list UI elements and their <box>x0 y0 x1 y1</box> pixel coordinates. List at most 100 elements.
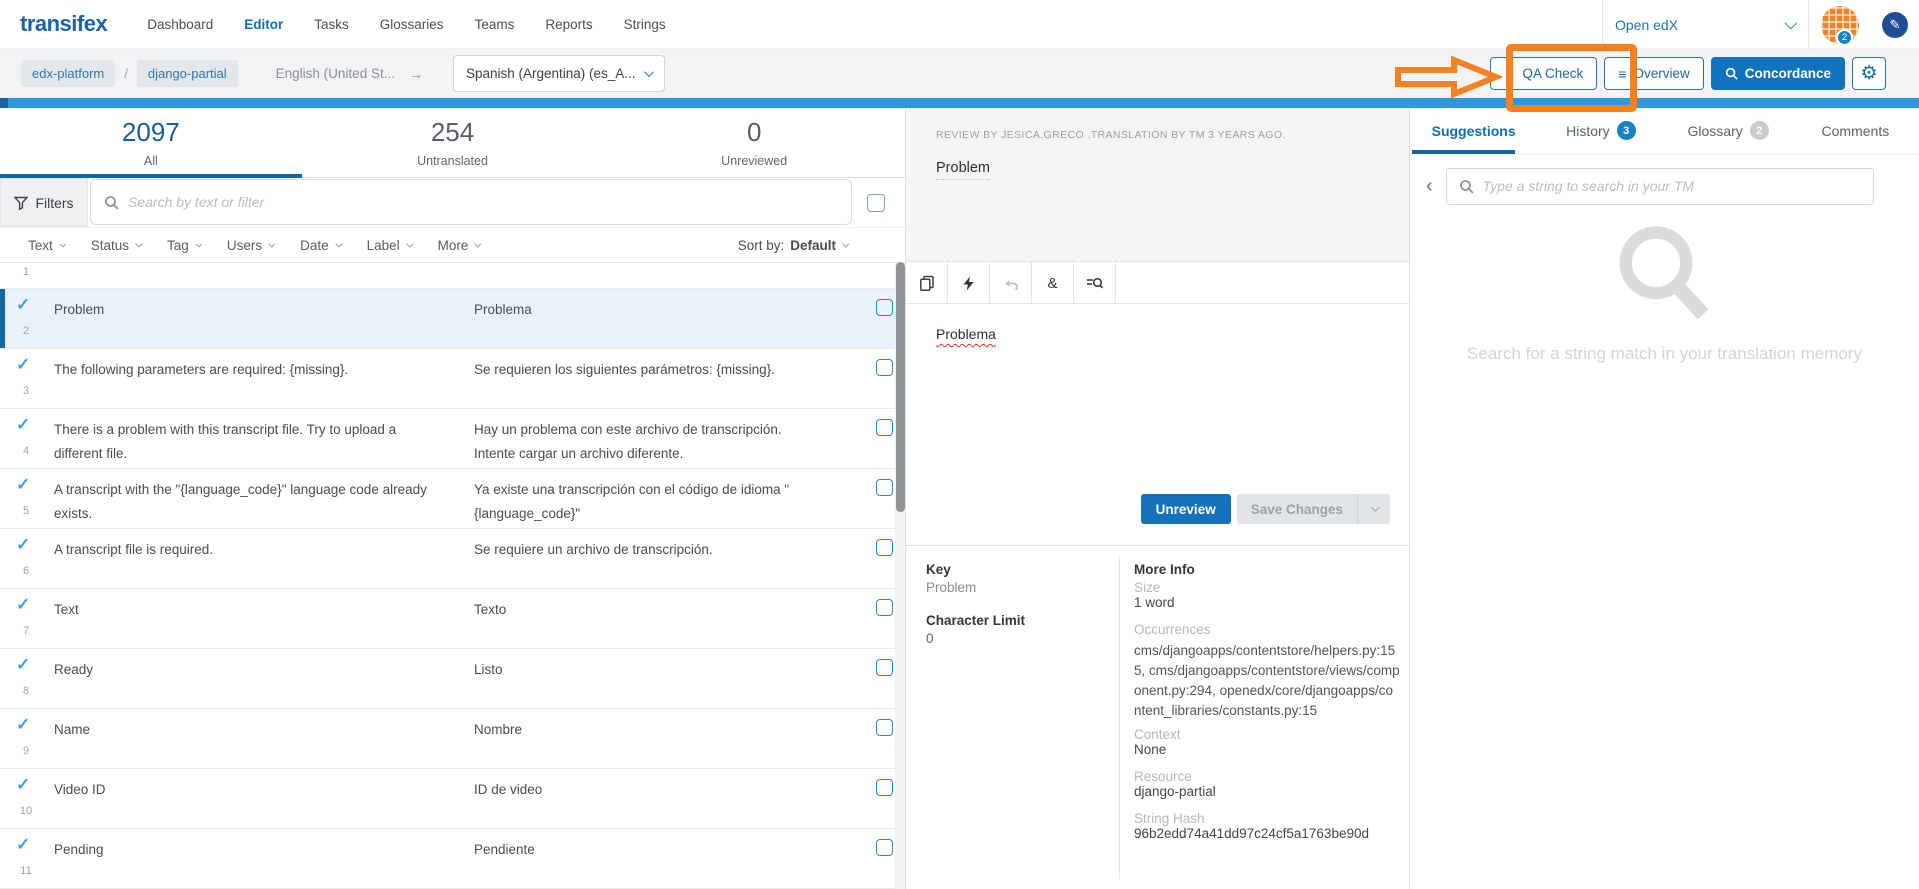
row-checkbox[interactable] <box>876 479 893 496</box>
reviewed-check-icon: ✓ <box>16 415 30 435</box>
string-filter-tabs: 2097All254Untranslated0Unreviewed <box>0 108 905 178</box>
nav-item-reports[interactable]: Reports <box>545 17 592 32</box>
string-number: 3 <box>14 385 38 397</box>
string-row[interactable]: ✓11PendingPendiente <box>0 829 905 889</box>
nav-item-glossaries[interactable]: Glossaries <box>380 17 444 32</box>
more-info-column: More Info Size 1 word Occurrences cms/dj… <box>1134 562 1400 853</box>
string-row[interactable]: ✓2ProblemProblema <box>0 289 905 349</box>
string-row[interactable]: ✓3The following parameters are required:… <box>0 349 905 409</box>
row-checkbox[interactable] <box>876 779 893 796</box>
chevron-down-icon <box>195 240 202 247</box>
tm-search-button[interactable] <box>1074 262 1116 304</box>
string-row[interactable]: ✓8ReadyListo <box>0 649 905 709</box>
overview-button[interactable]: ≡ Overview <box>1604 57 1703 90</box>
stat-count: 254 <box>431 117 474 148</box>
collapse-panel-icon[interactable]: ‹ <box>1426 176 1433 196</box>
pen-cell: ✎ <box>1871 12 1919 38</box>
translation-string[interactable]: Problema <box>936 326 996 342</box>
machine-translate-button[interactable] <box>948 262 990 304</box>
nav-item-strings[interactable]: Strings <box>624 17 666 32</box>
string-row[interactable]: 1 <box>0 263 905 289</box>
unreview-button[interactable]: Unreview <box>1141 494 1231 524</box>
tab-history[interactable]: History3 <box>1537 108 1664 153</box>
tm-search-row: ‹ <box>1410 162 1919 210</box>
translation-progress-bar <box>0 98 1919 108</box>
special-characters-button[interactable]: & <box>1032 262 1074 304</box>
breadcrumb-project[interactable]: edx-platform <box>21 60 115 87</box>
settings-button[interactable]: ⚙ <box>1852 57 1886 90</box>
transifex-logo[interactable]: transifex <box>20 11 107 37</box>
scrollbar-thumb[interactable] <box>896 262 905 512</box>
target-text: Pendiente <box>474 838 814 862</box>
editor-toolbar-icons: & <box>906 262 1409 304</box>
save-changes-button[interactable]: Save Changes <box>1237 494 1390 524</box>
tab-glossary[interactable]: Glossary2 <box>1665 108 1792 153</box>
row-checkbox[interactable] <box>876 359 893 376</box>
stat-tab-untranslated[interactable]: 254Untranslated <box>302 108 604 177</box>
filter-dropdown-text[interactable]: Text <box>28 238 64 253</box>
nav-item-dashboard[interactable]: Dashboard <box>147 17 213 32</box>
string-number: 2 <box>14 325 38 337</box>
row-checkbox[interactable] <box>876 839 893 856</box>
nav-item-teams[interactable]: Teams <box>475 17 515 32</box>
source-text: Ready <box>54 658 446 682</box>
reviewed-check-icon: ✓ <box>16 775 30 795</box>
translation-area[interactable]: Problema <box>906 304 1409 494</box>
target-language-select[interactable]: Spanish (Argentina) (es_A... <box>453 55 665 92</box>
filter-dropdown-label[interactable]: Label <box>367 238 411 253</box>
concordance-button[interactable]: Concordance <box>1711 57 1845 90</box>
check-icon: ✓ <box>1504 65 1516 82</box>
chevron-down-icon <box>335 240 342 247</box>
org-label: Open edX <box>1615 17 1678 33</box>
breadcrumb-resource[interactable]: django-partial <box>137 60 238 87</box>
chevron-down-icon <box>475 240 482 247</box>
string-row[interactable]: ✓7TextTexto <box>0 589 905 649</box>
string-row[interactable]: ✓4There is a problem with this transcrip… <box>0 409 905 469</box>
save-options-dropdown[interactable] <box>1357 494 1390 524</box>
sort-dropdown[interactable]: Sort by: Default <box>738 238 905 253</box>
nav-item-tasks[interactable]: Tasks <box>314 17 349 32</box>
chevron-down-icon <box>644 67 654 77</box>
resource-label: Resource <box>1134 769 1400 784</box>
string-search-input[interactable] <box>128 194 838 210</box>
filters-button[interactable]: Filters <box>0 178 88 227</box>
row-checkbox[interactable] <box>876 719 893 736</box>
filter-dropdown-status[interactable]: Status <box>91 238 140 253</box>
list-scrollbar[interactable] <box>895 262 905 889</box>
row-checkbox[interactable] <box>876 419 893 436</box>
key-column: Key Problem Character Limit 0 <box>926 562 1111 658</box>
tm-search-input[interactable] <box>1483 178 1861 194</box>
filter-dropdown-tag[interactable]: Tag <box>167 238 200 253</box>
stat-tab-unreviewed[interactable]: 0Unreviewed <box>603 108 905 177</box>
top-nav-right: Open edX 2 ✎ <box>1602 0 1919 49</box>
filter-dropdown-more[interactable]: More <box>438 238 480 253</box>
select-all-checkbox[interactable] <box>867 194 885 212</box>
stat-tab-all[interactable]: 2097All <box>0 108 302 177</box>
key-label: Key <box>926 562 1111 577</box>
row-checkbox[interactable] <box>876 599 893 616</box>
filter-dropdown-date[interactable]: Date <box>300 238 340 253</box>
quill-icon[interactable]: ✎ <box>1882 12 1908 38</box>
tab-comments[interactable]: Comments <box>1792 108 1919 153</box>
empty-state-text: Search for a string match in your transl… <box>1410 344 1919 364</box>
qa-check-button[interactable]: ✓ QA Check <box>1490 57 1598 90</box>
string-row[interactable]: ✓6A transcript file is required.Se requi… <box>0 529 905 589</box>
filter-dropdown-users[interactable]: Users <box>227 238 273 253</box>
nav-item-editor[interactable]: Editor <box>244 17 283 32</box>
avatar[interactable]: 2 <box>1821 6 1859 44</box>
copy-source-button[interactable] <box>906 262 948 304</box>
undo-button[interactable] <box>990 262 1032 304</box>
reviewed-check-icon: ✓ <box>16 475 30 495</box>
row-checkbox[interactable] <box>876 299 893 316</box>
row-checkbox[interactable] <box>876 539 893 556</box>
filters-row: Filters <box>0 178 905 228</box>
string-row[interactable]: ✓5A transcript with the "{language_code}… <box>0 469 905 529</box>
string-row[interactable]: ✓9NameNombre <box>0 709 905 769</box>
size-value: 1 word <box>1134 595 1400 610</box>
org-selector[interactable]: Open edX <box>1603 17 1808 33</box>
tab-suggestions[interactable]: Suggestions <box>1410 108 1537 153</box>
string-row[interactable]: ✓10Video IDID de video <box>0 769 905 829</box>
string-hash-label: String Hash <box>1134 811 1400 826</box>
transifex-editor-app: transifex Dashboard Editor Tasks Glossaries… <box>0 0 1919 889</box>
row-checkbox[interactable] <box>876 659 893 676</box>
